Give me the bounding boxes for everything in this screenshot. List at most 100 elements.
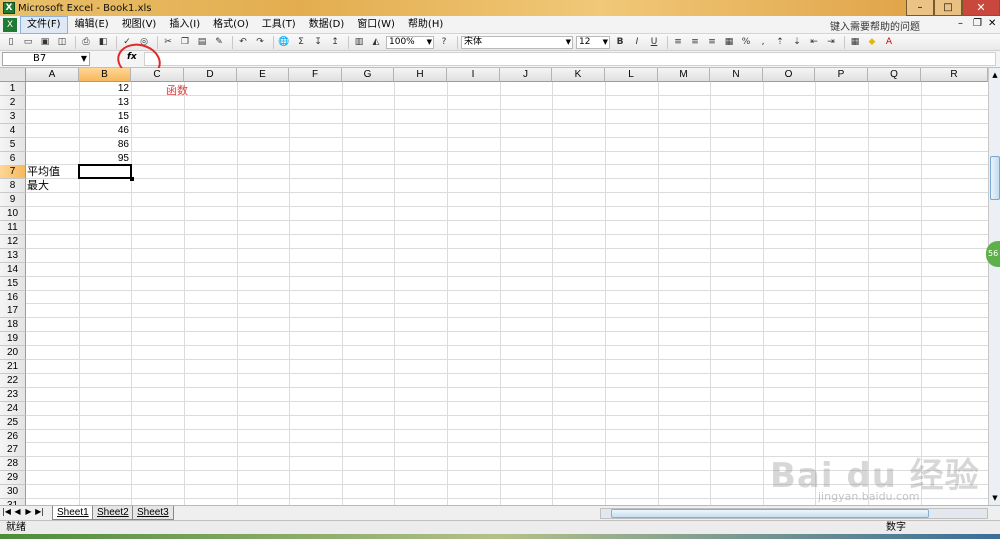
column-header-j[interactable]: J	[500, 68, 552, 82]
close-button[interactable]: ✕	[962, 0, 1000, 16]
menu-help[interactable]: 帮助(H)	[402, 17, 449, 33]
row-header-23[interactable]: 23	[0, 387, 26, 402]
row-header-30[interactable]: 30	[0, 485, 26, 500]
sort-ascending-icon[interactable]: ↧	[311, 36, 325, 49]
row-header-25[interactable]: 25	[0, 415, 26, 430]
row-header-27[interactable]: 27	[0, 443, 26, 458]
row-header-29[interactable]: 29	[0, 471, 26, 486]
comma-style-icon[interactable]: ,	[756, 36, 770, 49]
workbook-icon[interactable]: X	[3, 17, 17, 32]
row-header-18[interactable]: 18	[0, 318, 26, 333]
align-left-icon[interactable]: ≡	[671, 36, 685, 49]
cell-b4[interactable]: 46	[79, 124, 131, 138]
sheet-tab-3[interactable]: Sheet3	[132, 506, 174, 520]
column-header-q[interactable]: Q	[868, 68, 921, 82]
row-header-20[interactable]: 20	[0, 346, 26, 361]
row-header-7[interactable]: 7	[0, 165, 26, 180]
font-name-select[interactable]: 宋体 ▼	[461, 35, 573, 49]
chart-wizard-icon[interactable]: ▥	[352, 36, 366, 49]
doc-restore-icon[interactable]: ❐	[973, 18, 982, 29]
row-header-1[interactable]: 1	[0, 82, 26, 96]
merge-center-icon[interactable]: ▦	[722, 36, 736, 49]
decrease-decimal-icon[interactable]: ⇣	[790, 36, 804, 49]
cell-b6[interactable]: 95	[79, 152, 131, 166]
column-header-d[interactable]: D	[184, 68, 237, 82]
scroll-down-icon[interactable]: ▼	[990, 493, 1000, 503]
horizontal-scrollbar[interactable]	[600, 508, 988, 519]
column-header-g[interactable]: G	[342, 68, 394, 82]
percent-style-button[interactable]: %	[739, 36, 753, 49]
print-preview-icon[interactable]: ◧	[96, 36, 110, 49]
paste-icon[interactable]: ▤	[195, 36, 209, 49]
cut-icon[interactable]: ✂	[161, 36, 175, 49]
cell-b2[interactable]: 13	[79, 96, 131, 110]
row-header-22[interactable]: 22	[0, 373, 26, 388]
column-header-o[interactable]: O	[763, 68, 815, 82]
sheet-tab-2[interactable]: Sheet2	[92, 506, 134, 520]
row-header-13[interactable]: 13	[0, 248, 26, 263]
row-header-3[interactable]: 3	[0, 109, 26, 124]
menu-data[interactable]: 数据(D)	[303, 17, 351, 33]
column-header-p[interactable]: P	[815, 68, 868, 82]
column-header-i[interactable]: I	[447, 68, 500, 82]
last-sheet-icon[interactable]: ▶|	[35, 507, 44, 516]
scroll-up-icon[interactable]: ▲	[990, 70, 1000, 80]
align-right-icon[interactable]: ≡	[705, 36, 719, 49]
row-header-10[interactable]: 10	[0, 207, 26, 222]
print-icon[interactable]: ⎙	[79, 36, 93, 49]
font-color-icon[interactable]: A	[882, 36, 896, 49]
row-header-15[interactable]: 15	[0, 276, 26, 291]
menu-tools[interactable]: 工具(T)	[256, 17, 302, 33]
align-center-icon[interactable]: ≡	[688, 36, 702, 49]
column-header-k[interactable]: K	[552, 68, 605, 82]
sort-descending-icon[interactable]: ↥	[328, 36, 342, 49]
increase-decimal-icon[interactable]: ⇡	[773, 36, 787, 49]
active-cell-b7[interactable]	[78, 164, 134, 182]
zoom-select[interactable]: 100% ▼	[386, 35, 434, 49]
autosum-icon[interactable]: Σ	[294, 36, 308, 49]
column-header-n[interactable]: N	[710, 68, 763, 82]
undo-icon[interactable]: ↶	[236, 36, 250, 49]
column-header-c[interactable]: C	[131, 68, 184, 82]
underline-icon[interactable]: U	[647, 36, 661, 49]
formula-input[interactable]	[144, 52, 996, 66]
decrease-indent-icon[interactable]: ⇤	[807, 36, 821, 49]
menu-edit[interactable]: 编辑(E)	[69, 17, 115, 33]
row-header-17[interactable]: 17	[0, 304, 26, 319]
menu-window[interactable]: 窗口(W)	[351, 17, 401, 33]
row-header-21[interactable]: 21	[0, 360, 26, 374]
row-header-5[interactable]: 5	[0, 137, 26, 152]
format-painter-icon[interactable]: ✎	[212, 36, 226, 49]
maximize-button[interactable]: □	[934, 0, 962, 16]
row-header-11[interactable]: 11	[0, 221, 26, 235]
cell-b5[interactable]: 86	[79, 138, 131, 152]
row-header-8[interactable]: 8	[0, 179, 26, 194]
menu-format[interactable]: 格式(O)	[207, 17, 255, 33]
cell-b1[interactable]: 12	[79, 82, 131, 96]
select-all-corner[interactable]	[0, 68, 26, 82]
row-header-26[interactable]: 26	[0, 429, 26, 444]
row-header-12[interactable]: 12	[0, 234, 26, 249]
minimize-button[interactable]: –	[906, 0, 934, 16]
open-icon[interactable]: ▭	[21, 36, 35, 49]
column-header-r[interactable]: R	[921, 68, 988, 82]
vertical-scrollbar[interactable]: ▲ ▼	[988, 68, 1000, 505]
hyperlink-icon[interactable]: 🌐	[277, 36, 291, 49]
excel-app-icon[interactable]: X	[3, 2, 15, 14]
new-icon[interactable]: ▯	[4, 36, 18, 49]
cell-a8[interactable]: 最大	[27, 179, 49, 193]
name-box[interactable]: B7 ▼	[2, 52, 90, 66]
row-header-2[interactable]: 2	[0, 95, 26, 110]
fill-color-icon[interactable]: ◆	[865, 36, 879, 49]
row-header-4[interactable]: 4	[0, 123, 26, 138]
column-header-l[interactable]: L	[605, 68, 658, 82]
row-header-16[interactable]: 16	[0, 290, 26, 305]
italic-icon[interactable]: I	[630, 36, 644, 49]
row-header-14[interactable]: 14	[0, 262, 26, 277]
row-header-24[interactable]: 24	[0, 401, 26, 416]
prev-sheet-icon[interactable]: ◀	[13, 507, 22, 516]
help-question-box[interactable]: 键入需要帮助的问题	[830, 18, 920, 33]
doc-minimize-icon[interactable]: –	[958, 18, 963, 29]
menu-view[interactable]: 视图(V)	[116, 17, 163, 33]
menu-insert[interactable]: 插入(I)	[163, 17, 206, 33]
